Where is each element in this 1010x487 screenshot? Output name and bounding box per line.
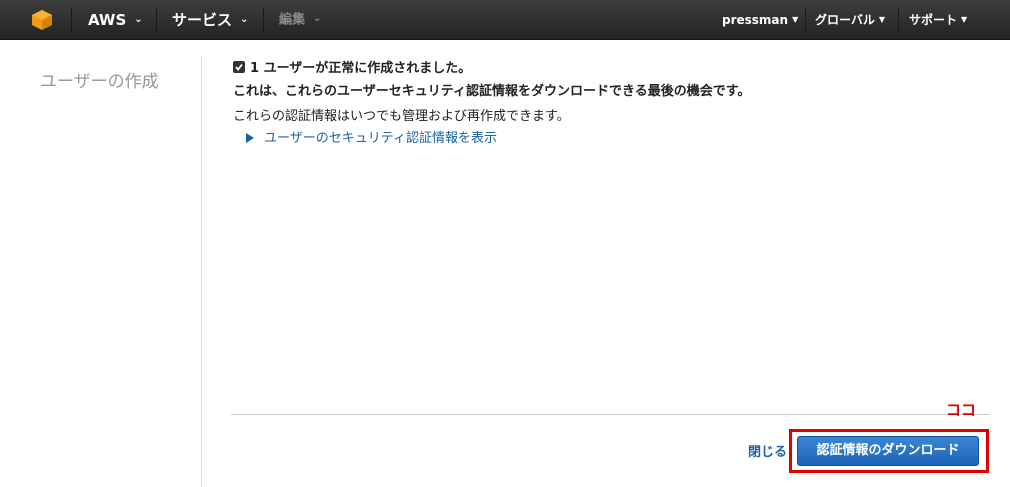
caret-down-icon: ▼ <box>792 14 799 24</box>
close-button[interactable]: 閉じる <box>748 441 787 460</box>
services-menu[interactable]: サービス ⌄ <box>172 0 248 40</box>
aws-logo-icon[interactable] <box>31 9 53 31</box>
checkbox-checked-icon <box>233 61 245 73</box>
chevron-down-icon: ⌄ <box>313 13 322 24</box>
services-menu-label: サービス <box>172 11 233 29</box>
edit-menu[interactable]: 編集 ⌄ <box>279 0 321 40</box>
download-credentials-button[interactable]: 認証情報のダウンロード <box>797 436 979 466</box>
user-menu-label: pressman <box>722 13 789 27</box>
support-menu-label: サポート <box>909 13 958 27</box>
vertical-divider <box>201 57 202 487</box>
nav-separator <box>156 8 157 32</box>
chevron-down-icon: ⌄ <box>240 13 249 25</box>
edit-menu-label: 編集 <box>279 12 306 28</box>
nav-separator <box>898 8 899 32</box>
region-menu[interactable]: グローバル ▼ <box>815 0 885 40</box>
user-menu[interactable]: pressman ▼ <box>722 0 798 40</box>
support-menu[interactable]: サポート ▼ <box>909 0 967 40</box>
caret-down-icon: ▼ <box>961 14 968 24</box>
top-navigation-bar: AWS ⌄ サービス ⌄ 編集 ⌄ pressman ▼ グローバル ▼ サポート ▼ <box>0 0 1010 40</box>
show-credentials-link[interactable]: ユーザーのセキュリティ認証情報を表示 <box>246 127 497 146</box>
triangle-right-icon <box>246 133 254 143</box>
last-chance-message: これは、これらのユーザーセキュリティ認証情報をダウンロードできる最後の機会です。 <box>233 84 751 99</box>
nav-separator <box>263 8 264 32</box>
annotation-label: ココ <box>946 401 977 419</box>
info-message: これらの認証情報はいつでも管理および再作成できます。 <box>233 109 570 124</box>
aws-menu-label: AWS <box>88 11 127 29</box>
caret-down-icon: ▼ <box>878 14 886 24</box>
aws-menu[interactable]: AWS ⌄ <box>88 0 143 40</box>
horizontal-divider <box>231 414 990 415</box>
region-menu-label: グローバル <box>815 13 875 27</box>
chevron-down-icon: ⌄ <box>134 13 143 25</box>
success-message-text: 1 ユーザーが正常に作成されました。 <box>250 61 472 76</box>
success-message: 1 ユーザーが正常に作成されました。 <box>233 57 471 76</box>
page-title: ユーザーの作成 <box>40 72 159 92</box>
nav-separator <box>805 8 806 32</box>
show-credentials-label: ユーザーのセキュリティ認証情報を表示 <box>264 131 497 146</box>
nav-separator <box>71 8 72 32</box>
